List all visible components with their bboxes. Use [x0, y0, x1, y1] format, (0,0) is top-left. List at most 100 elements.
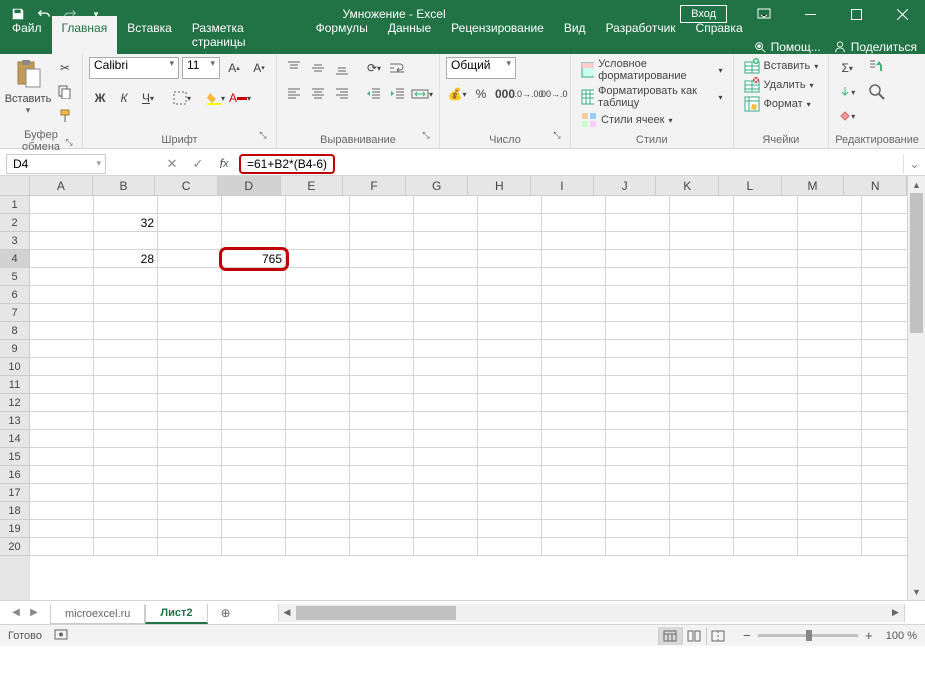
cell[interactable]: 32 — [94, 214, 158, 232]
formula-bar[interactable]: =61+B2*(B4-6) — [237, 154, 903, 174]
cell[interactable] — [542, 394, 606, 412]
hscroll-thumb[interactable] — [296, 606, 456, 620]
cell[interactable] — [158, 322, 222, 340]
cell[interactable] — [478, 520, 542, 538]
cell[interactable] — [94, 538, 158, 556]
percent-icon[interactable]: % — [470, 83, 492, 105]
cell[interactable] — [30, 466, 94, 484]
column-header[interactable]: I — [531, 176, 594, 196]
cell[interactable] — [222, 304, 286, 322]
zoom-in-icon[interactable]: + — [862, 628, 876, 643]
cell[interactable] — [478, 376, 542, 394]
cell[interactable] — [414, 322, 478, 340]
zoom-out-icon[interactable]: − — [740, 628, 754, 643]
column-header[interactable]: C — [155, 176, 218, 196]
cell[interactable] — [478, 484, 542, 502]
cell[interactable] — [798, 520, 862, 538]
cell[interactable] — [478, 394, 542, 412]
cell[interactable] — [94, 232, 158, 250]
tab-вставка[interactable]: Вставка — [117, 16, 182, 54]
cell[interactable] — [350, 232, 414, 250]
cut-icon[interactable]: ✂ — [54, 57, 76, 79]
cell[interactable] — [94, 484, 158, 502]
scroll-down-icon[interactable]: ▼ — [908, 583, 925, 600]
cell[interactable] — [158, 268, 222, 286]
row-header[interactable]: 4 — [0, 250, 30, 268]
cell[interactable] — [414, 394, 478, 412]
column-header[interactable]: H — [468, 176, 531, 196]
decrease-font-icon[interactable]: A▾ — [248, 57, 270, 79]
cell[interactable] — [606, 268, 670, 286]
cell[interactable] — [542, 196, 606, 214]
cell[interactable] — [350, 484, 414, 502]
cell[interactable] — [734, 358, 798, 376]
cell[interactable] — [350, 250, 414, 268]
cell[interactable] — [542, 214, 606, 232]
cell[interactable] — [478, 304, 542, 322]
cell[interactable] — [30, 394, 94, 412]
cell[interactable] — [94, 286, 158, 304]
cell[interactable] — [542, 322, 606, 340]
cell[interactable]: 765 — [222, 250, 286, 268]
cell[interactable] — [606, 484, 670, 502]
cell[interactable] — [350, 322, 414, 340]
cell[interactable] — [670, 340, 734, 358]
cell[interactable] — [286, 412, 350, 430]
cell[interactable] — [798, 358, 862, 376]
column-header[interactable]: F — [343, 176, 406, 196]
clear-icon[interactable]: ▾ — [835, 105, 859, 127]
cell[interactable] — [286, 466, 350, 484]
cell[interactable] — [542, 340, 606, 358]
decrease-decimal-icon[interactable]: .00→.0 — [542, 83, 564, 105]
cell[interactable] — [286, 304, 350, 322]
cell[interactable] — [606, 322, 670, 340]
row-header[interactable]: 10 — [0, 358, 30, 376]
cell[interactable] — [478, 538, 542, 556]
cell[interactable] — [670, 358, 734, 376]
insert-cells-button[interactable]: Вставить▾ — [740, 57, 823, 75]
cell[interactable] — [222, 430, 286, 448]
cell[interactable] — [670, 322, 734, 340]
normal-view-icon[interactable] — [658, 627, 682, 645]
cell[interactable] — [478, 286, 542, 304]
tell-me-button[interactable]: Помощ... — [753, 40, 821, 54]
cell[interactable] — [158, 196, 222, 214]
tab-данные[interactable]: Данные — [378, 16, 441, 54]
cell[interactable] — [158, 286, 222, 304]
row-header[interactable]: 2 — [0, 214, 30, 232]
tab-рецензирование[interactable]: Рецензирование — [441, 16, 554, 54]
cell[interactable] — [286, 286, 350, 304]
cell[interactable]: 28 — [94, 250, 158, 268]
cell[interactable] — [542, 430, 606, 448]
cell[interactable] — [350, 376, 414, 394]
cell[interactable] — [286, 394, 350, 412]
cell[interactable] — [798, 196, 862, 214]
cell[interactable] — [222, 538, 286, 556]
cell[interactable] — [734, 196, 798, 214]
sheet-nav-next-icon[interactable]: ▶ — [26, 607, 42, 618]
cell[interactable] — [30, 196, 94, 214]
cell[interactable] — [158, 538, 222, 556]
scroll-right-icon[interactable]: ▶ — [887, 604, 904, 622]
cell[interactable] — [670, 214, 734, 232]
row-header[interactable]: 16 — [0, 466, 30, 484]
cell[interactable] — [158, 232, 222, 250]
cell[interactable] — [606, 448, 670, 466]
cell[interactable] — [414, 286, 478, 304]
cell[interactable] — [542, 448, 606, 466]
cell[interactable] — [542, 466, 606, 484]
cell[interactable] — [414, 538, 478, 556]
cell[interactable] — [350, 412, 414, 430]
cell[interactable] — [414, 466, 478, 484]
cell[interactable] — [798, 268, 862, 286]
cell[interactable] — [222, 502, 286, 520]
cell[interactable] — [670, 412, 734, 430]
cell[interactable] — [670, 448, 734, 466]
cell[interactable] — [286, 448, 350, 466]
cell[interactable] — [606, 196, 670, 214]
row-header[interactable]: 13 — [0, 412, 30, 430]
cell[interactable] — [158, 430, 222, 448]
cell[interactable] — [414, 502, 478, 520]
cell[interactable] — [542, 232, 606, 250]
cell[interactable] — [30, 268, 94, 286]
